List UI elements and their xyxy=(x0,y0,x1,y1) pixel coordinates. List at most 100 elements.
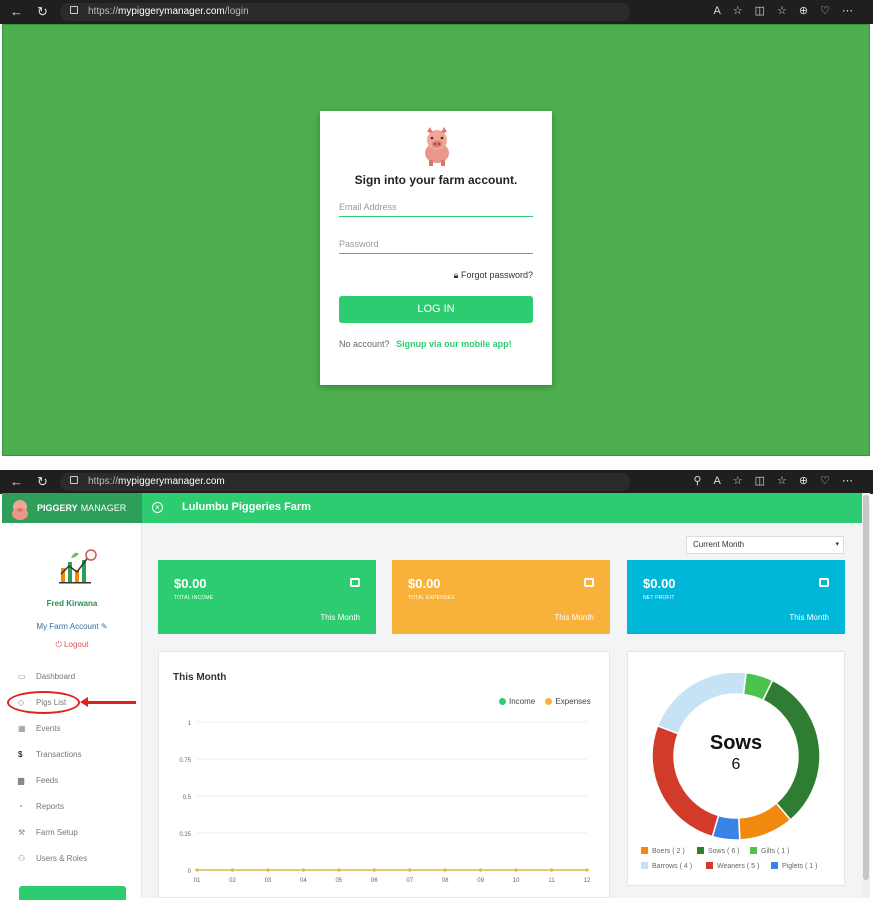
no-account-row: No account? Signup via our mobile app! xyxy=(339,339,512,349)
stat-label: TOTAL INCOME xyxy=(174,595,214,601)
url-prefix: https:// xyxy=(88,476,119,487)
legend-expenses-label: Expenses xyxy=(555,697,591,706)
pie-slice-barrows[interactable] xyxy=(656,671,747,735)
pie-legend-boers[interactable]: Boers ( 2 ) xyxy=(641,847,685,855)
reload-icon[interactable]: ↻ xyxy=(37,474,48,490)
x-tick-label: 04 xyxy=(300,878,307,884)
browser-tools-icons[interactable]: A☆◫☆⊕♡⋯ xyxy=(713,4,865,17)
calendar-icon: ▦ xyxy=(18,724,26,733)
url-path: /login xyxy=(224,6,249,17)
data-point-expenses[interactable] xyxy=(443,868,447,872)
brand-bold: PIGGERY xyxy=(37,503,78,513)
data-point-expenses[interactable] xyxy=(514,868,518,872)
dashboard: PIGGERY MANAGER Fred Kirwana My Farm Acco… xyxy=(2,493,862,900)
forgot-password-link[interactable]: 🔒︎ Forgot password? xyxy=(454,270,533,281)
password-field[interactable]: Password xyxy=(339,236,533,254)
highlight-circle-annotation xyxy=(7,691,80,714)
browser-tools-icons[interactable]: ⚲A☆◫☆⊕♡⋯ xyxy=(693,474,865,487)
login-button[interactable]: LOG IN xyxy=(339,296,533,323)
line-chart-title: This Month xyxy=(173,672,227,683)
data-point-expenses[interactable] xyxy=(301,868,305,872)
sidebar-item-events[interactable]: ▦ Events xyxy=(18,724,60,733)
data-point-expenses[interactable] xyxy=(266,868,270,872)
pie-center-label: Sows xyxy=(709,732,763,754)
my-farm-account-label: My Farm Account xyxy=(36,622,99,631)
address-bar[interactable]: https://mypiggerymanager.com xyxy=(60,473,630,491)
pig-logo-icon xyxy=(425,127,449,166)
pig-logo-icon xyxy=(12,500,28,520)
reload-icon[interactable]: ↻ xyxy=(37,4,48,20)
period-select[interactable]: Current Month xyxy=(686,536,844,554)
y-tick-label: 0 xyxy=(188,869,192,875)
login-title: Sign into your farm account. xyxy=(354,173,518,187)
line-chart: 1 0.75 0.5 0.25 001 02 03 04 05 06 07 08 09 10 11 12 xyxy=(179,721,591,884)
dollar-icon: $ xyxy=(18,750,23,759)
sidebar-item-feeds[interactable]: ▆ Feeds xyxy=(18,776,58,785)
logout-link[interactable]: ⏻ Logout xyxy=(2,640,142,650)
data-point-expenses[interactable] xyxy=(585,868,589,872)
pie-legend-sows[interactable]: Sows ( 6 ) xyxy=(697,847,740,855)
data-point-expenses[interactable] xyxy=(195,868,199,872)
legend-label: Piglets ( 1 ) xyxy=(782,863,818,870)
x-tick-label: 06 xyxy=(371,878,378,884)
stat-value: $0.00 xyxy=(408,576,441,591)
data-point-expenses[interactable] xyxy=(479,868,483,872)
brand-light: MANAGER xyxy=(80,503,127,513)
legend-income[interactable]: Income xyxy=(499,697,535,706)
wallet-icon xyxy=(350,578,360,587)
sidebar-item-transactions[interactable]: $ Transactions xyxy=(18,750,82,759)
forgot-password-label: Forgot password? xyxy=(460,270,533,280)
address-bar[interactable]: https://mypiggerymanager.com/login xyxy=(60,3,630,21)
x-tick-label: 09 xyxy=(477,878,484,884)
power-icon: ⏻ xyxy=(55,640,65,649)
my-farm-account-link[interactable]: My Farm Account ✎ xyxy=(2,622,142,631)
y-tick-label: 0.25 xyxy=(179,832,191,838)
legend-label: Gilts ( 1 ) xyxy=(761,848,790,855)
back-icon[interactable]: ← xyxy=(10,4,23,19)
close-sidebar-icon[interactable]: × xyxy=(152,502,163,513)
stat-value: $0.00 xyxy=(643,576,676,591)
pie-icon: ◔ xyxy=(18,802,23,811)
y-tick-label: 1 xyxy=(188,721,192,727)
top-bar: × Lulumbu Piggeries Farm xyxy=(142,493,862,523)
email-field[interactable]: Email Address xyxy=(339,199,533,217)
login-card: Sign into your farm account. Email Addre… xyxy=(320,111,552,385)
wallet-icon xyxy=(584,578,594,587)
data-point-expenses[interactable] xyxy=(549,868,554,872)
legend-label: Weaners ( 5 ) xyxy=(717,863,760,870)
pie-legend-piglets[interactable]: Piglets ( 1 ) xyxy=(771,862,817,870)
sidebar-item-dashboard[interactable]: ▭ Dashboard xyxy=(18,672,75,681)
bag-icon: ▆ xyxy=(18,776,25,785)
legend-expenses[interactable]: Expenses xyxy=(545,697,591,706)
signup-link[interactable]: Signup via our mobile app! xyxy=(396,339,512,349)
stat-card-income: $0.00 TOTAL INCOME This Month xyxy=(158,560,376,634)
stat-period: This Month xyxy=(554,613,594,622)
sidebar-item-users-roles[interactable]: ⚇ Users & Roles xyxy=(18,854,87,863)
logout-label: Logout xyxy=(64,640,89,649)
back-icon[interactable]: ← xyxy=(10,474,23,489)
legend-label: Boers ( 2 ) xyxy=(652,848,685,855)
edit-icon: ✎ xyxy=(100,622,108,631)
stat-value: $0.00 xyxy=(174,576,207,591)
sidebar-item-label: Events xyxy=(36,724,61,733)
pie-legend-barrows[interactable]: Barrows ( 4 ) xyxy=(641,862,692,870)
scrollbar-thumb[interactable] xyxy=(863,495,869,880)
data-point-expenses[interactable] xyxy=(408,868,412,872)
pie-legend-gilts[interactable]: Gilts ( 1 ) xyxy=(750,847,789,855)
no-account-text: No account? xyxy=(339,339,390,349)
pie-legend-weaners[interactable]: Weaners ( 5 ) xyxy=(706,862,759,870)
sidebar-item-farm-setup[interactable]: ⚒ Farm Setup xyxy=(18,828,78,837)
url-host: mypiggerymanager.com xyxy=(118,476,225,487)
url-host: mypiggerymanager.com xyxy=(118,6,225,17)
data-point-expenses[interactable] xyxy=(337,868,341,872)
sidebar-item-label: Dashboard xyxy=(36,672,76,681)
x-tick-label: 07 xyxy=(406,878,413,884)
wallet-icon xyxy=(819,578,829,587)
page-scrollbar[interactable] xyxy=(862,493,870,898)
data-point-expenses[interactable] xyxy=(230,868,235,872)
data-point-expenses[interactable] xyxy=(372,868,376,872)
sidebar-item-reports[interactable]: ◔ Reports xyxy=(18,802,64,811)
x-tick-label: 12 xyxy=(584,878,591,884)
legend-income-label: Income xyxy=(509,697,536,706)
stat-label: TOTAL EXPENSES xyxy=(408,595,455,601)
